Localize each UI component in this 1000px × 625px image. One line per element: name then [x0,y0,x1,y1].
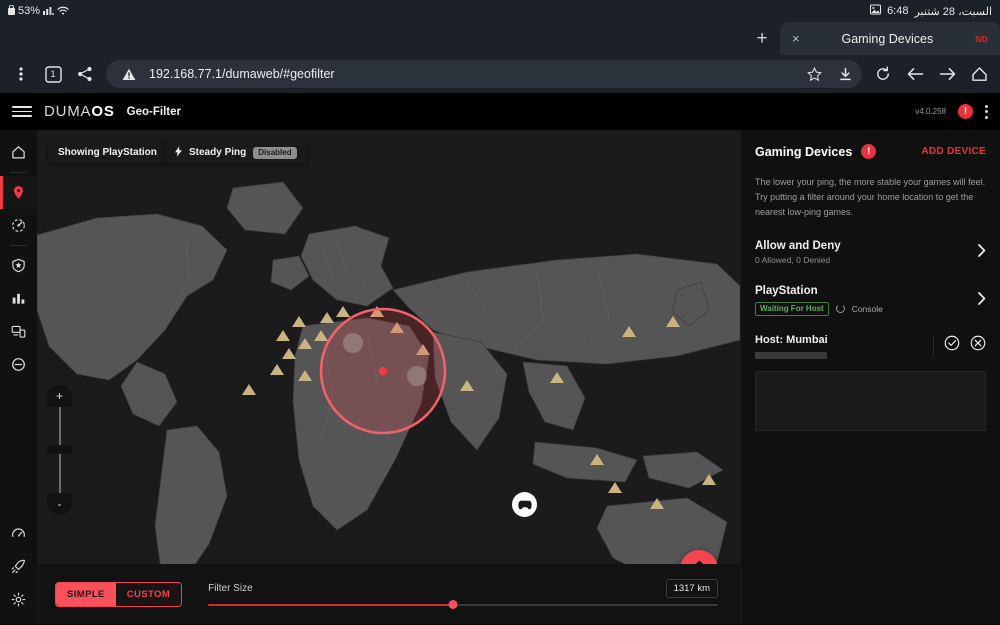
sidebar-item-network-monitor[interactable] [0,282,37,315]
gamepad-marker-icon[interactable] [512,492,537,517]
sidebar-item-boost[interactable] [0,550,37,583]
header-alert-badge[interactable]: ! [958,104,973,119]
host-label: Host: Mumbai [755,333,828,346]
status-time: 6:48 [887,5,909,17]
filter-mode-custom[interactable]: CUSTOM [115,582,182,606]
device-name: PlayStation [755,284,818,297]
filter-size-slider-fill [208,603,453,606]
filter-size-control: Filter Size 1317 km [208,578,718,609]
sidebar-divider [10,245,27,246]
sidebar-item-settings[interactable] [0,583,37,616]
arrow-left-icon[interactable] [900,59,930,89]
sidebar-item-geo-filter[interactable] [0,176,37,209]
wifi-icon [57,5,69,18]
dumaos-logo: DUMAOS [44,103,115,120]
dumaos-app: DUMAOS Geo-Filter v4.0.258 ! Showing Pla… [0,93,1000,624]
sidebar-item-speed-test[interactable] [0,517,37,550]
allow-and-deny-subtitle: 0 Allowed, 0 Denied [755,254,831,265]
kebab-menu-icon[interactable] [985,104,988,119]
browser-tab[interactable]: × Gaming Devices ND [780,22,1000,55]
logo-bold: OS [91,103,115,120]
tab-favicon: ND [975,33,988,44]
sidebar-item-ping-heatmap[interactable] [0,209,37,242]
filter-size-label: Filter Size [208,582,253,594]
world-map[interactable] [37,130,740,601]
arrow-right-icon[interactable] [932,59,962,89]
filter-size-value: 1317 km [665,578,718,598]
geo-filter-map[interactable]: Showing PlayStation Steady Ping Disabled… [37,130,740,624]
panel-alert-badge[interactable]: ! [861,144,877,159]
download-icon[interactable] [834,63,856,85]
image-icon [870,4,882,18]
new-tab-button[interactable]: + [744,22,780,55]
not-secure-warning-icon[interactable] [118,63,140,85]
version-label: v4.0.258 [915,107,946,116]
map-zoom-control[interactable]: + - [47,385,72,515]
browser-toolbar: 1 192.168.77.1/dumaweb/#geofilter [0,55,1000,93]
zoom-slider-thumb[interactable] [47,444,72,454]
tab-title: Gaming Devices [841,31,934,46]
zoom-slider-track[interactable] [47,407,72,493]
status-badge: Waiting For Host [755,301,829,316]
cross-circle-icon[interactable] [970,335,986,356]
host-row: Host: Mumbai [755,334,986,359]
host-detail-placeholder [755,370,986,431]
zoom-in-button[interactable]: + [47,385,72,407]
allow-and-deny-row[interactable]: Allow and Deny 0 Allowed, 0 Denied [755,240,986,265]
tab-counter-button[interactable]: 1 [38,59,68,89]
filter-size-slider-thumb[interactable] [448,600,458,609]
steady-ping-state-badge: Disabled [253,146,297,159]
allow-and-deny-title: Allow and Deny [755,239,841,252]
filter-controls-bar: SIMPLE CUSTOM Filter Size 1317 km [37,564,740,624]
sidebar-item-quality-of-service[interactable] [0,249,37,282]
browser-tab-strip: + × Gaming Devices ND [0,22,1000,55]
sidebar-item-device-manager[interactable] [0,315,37,348]
lightning-bolt-icon [175,145,182,160]
sidebar-item-adblocker[interactable] [0,348,37,381]
chevron-right-icon[interactable] [972,244,986,260]
signal-bars-icon [43,5,55,18]
status-date: السبت، 28 شتنبر [914,5,992,18]
device-row-playstation[interactable]: PlayStation Waiting For Host Console [755,285,986,316]
kebab-menu-icon[interactable] [6,59,36,89]
battery-percent: 53% [18,5,41,17]
logo-thin: DUMA [44,103,92,120]
filter-mode-toggle[interactable]: SIMPLE CUSTOM [55,581,183,607]
close-tab-icon[interactable]: × [792,31,800,46]
chevron-right-icon[interactable] [972,292,986,308]
app-header: DUMAOS Geo-Filter v4.0.258 ! [0,93,1000,130]
hamburger-icon[interactable] [12,106,32,117]
url-text: 192.168.77.1/dumaweb/#geofilter [149,67,335,81]
steady-ping-label: Steady Ping [189,147,247,158]
device-type-label: Console [851,303,883,314]
home-icon[interactable] [964,59,994,89]
tab-count: 1 [50,69,56,79]
showing-device-label: Showing PlayStation [58,147,157,158]
android-status-bar: 53% 6:48 السبت، 28 شتنبر [0,0,1000,22]
sidebar-item-home[interactable] [0,136,37,169]
share-icon[interactable] [70,59,100,89]
host-placeholder-bar [755,351,827,359]
filter-size-slider-track[interactable] [208,600,718,609]
star-icon[interactable] [803,63,825,85]
gaming-devices-panel: Gaming Devices ! ADD DEVICE The lower yo… [740,130,1000,624]
sidebar-divider [10,172,27,173]
add-device-button[interactable]: ADD DEVICE [921,146,986,157]
page-title: Geo-Filter [126,105,181,118]
filter-mode-simple[interactable]: SIMPLE [56,582,116,606]
address-bar[interactable]: 192.168.77.1/dumaweb/#geofilter [106,60,862,88]
check-circle-icon[interactable] [944,335,960,356]
zoom-out-button[interactable]: - [47,493,72,515]
steady-ping-chip[interactable]: Steady Ping Disabled [165,142,307,163]
app-sidebar [0,130,37,624]
reload-icon[interactable] [868,59,898,89]
panel-description: The lower your ping, the more stable you… [755,177,986,217]
battery-lock-icon [8,4,15,18]
panel-title: Gaming Devices [755,144,853,159]
showing-device-chip[interactable]: Showing PlayStation [48,142,167,163]
loading-spinner-icon [835,304,845,314]
